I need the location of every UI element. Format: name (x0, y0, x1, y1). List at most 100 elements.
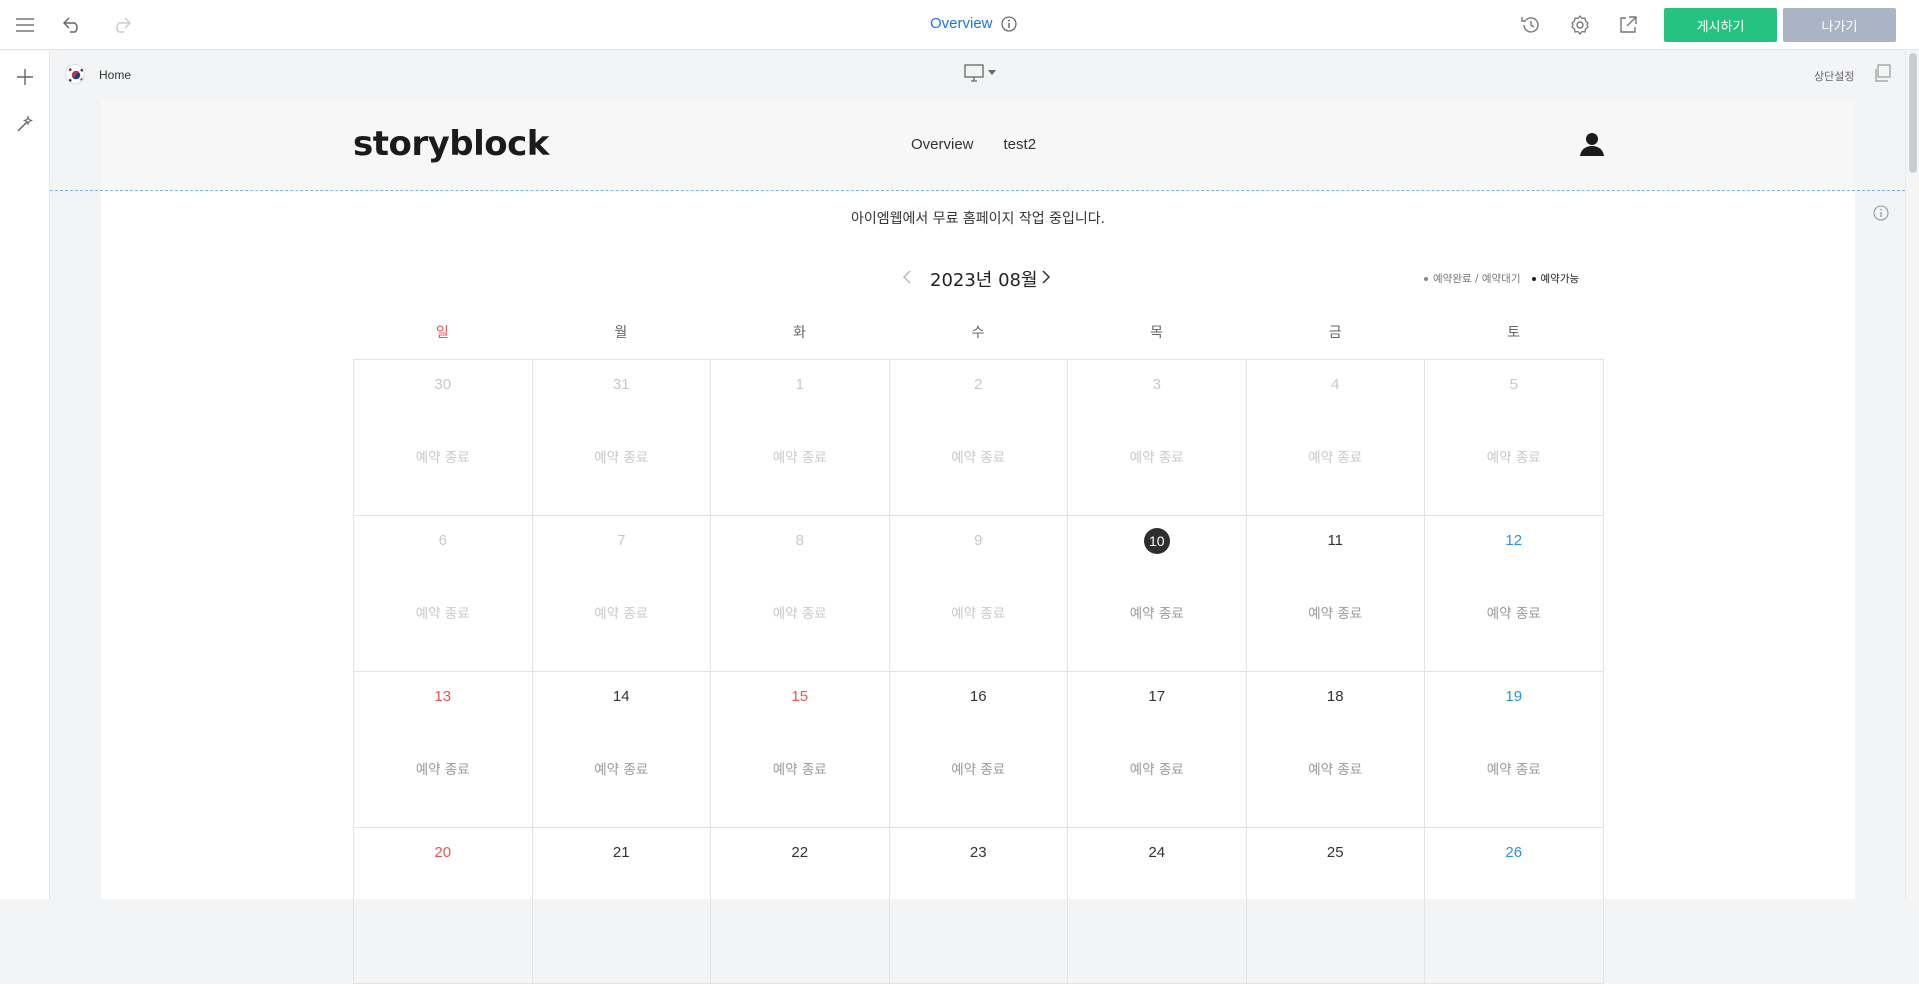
calendar-day-number: 18 (1326, 688, 1344, 705)
calendar-grid: 30 예약 종료 31 예약 종료 1 예약 종료 2 예약 종료 3 예약 종료 4 예약 종료 5 예… (353, 359, 1604, 984)
calendar-day-status: 예약 종료 (1308, 606, 1363, 622)
nav-item-test2[interactable]: test2 (1004, 136, 1037, 153)
calendar-day-status: 예약 종료 (415, 450, 470, 466)
calendar-day-cell[interactable]: 10 예약 종료 (1068, 516, 1247, 672)
calendar-day-cell[interactable]: 24 (1068, 828, 1247, 984)
calendar-day-cell[interactable]: 21 (532, 828, 711, 984)
calendar-day-cell[interactable]: 31 예약 종료 (532, 360, 711, 516)
calendar-day-cell[interactable]: 26 (1425, 828, 1604, 984)
nav-item-overview[interactable]: Overview (911, 136, 974, 153)
calendar-day-cell[interactable]: 20 (354, 828, 533, 984)
chevron-left-icon[interactable] (902, 269, 916, 287)
site-header: storyblock Overview test2 (101, 100, 1855, 190)
calendar-day-cell[interactable]: 11 예약 종료 (1246, 516, 1425, 672)
top-settings-link[interactable]: 상단설정 (1814, 68, 1854, 84)
calendar-day-status: 예약 종료 (594, 762, 649, 778)
calendar-day-number: 25 (1326, 844, 1344, 861)
calendar-day-cell[interactable]: 23 (889, 828, 1068, 984)
gear-icon[interactable] (1567, 12, 1593, 38)
calendar-day-number: 26 (1505, 844, 1523, 861)
calendar-day-cell[interactable]: 5 예약 종료 (1425, 360, 1604, 516)
site-logo[interactable]: storyblock (353, 124, 549, 164)
calendar-day-number: 10 (1068, 528, 1246, 554)
calendar-day-cell[interactable]: 19 예약 종료 (1425, 672, 1604, 828)
legend-available: 예약가능 (1540, 273, 1580, 285)
calendar-day-number: 20 (434, 844, 452, 861)
notice-text: 아이엠웹에서 무료 홈페이지 작업 중입니다. (850, 211, 1106, 227)
exit-button[interactable]: 나가기 (1783, 8, 1896, 42)
calendar-day-status: 예약 종료 (1129, 606, 1184, 622)
calendar-day-cell[interactable]: 13 예약 종료 (354, 672, 533, 828)
device-selector[interactable] (964, 64, 996, 82)
calendar-day-cell[interactable]: 3 예약 종료 (1068, 360, 1247, 516)
magic-wand-icon[interactable] (12, 111, 38, 137)
calendar-day-number: 19 (1505, 688, 1523, 705)
korea-flag-icon[interactable] (65, 64, 85, 84)
calendar-day-cell[interactable]: 1 예약 종료 (711, 360, 890, 516)
legend-dot-booked (1424, 276, 1428, 281)
today-marker: 10 (1143, 528, 1170, 554)
calendar-day-cell[interactable]: 8 예약 종료 (711, 516, 890, 672)
calendar-day-number: 24 (1148, 844, 1166, 861)
calendar-day-status: 예약 종료 (1308, 762, 1363, 778)
info-icon[interactable] (1000, 15, 1017, 32)
calendar-day-cell[interactable]: 25 (1246, 828, 1425, 984)
calendar-day-cell[interactable]: 6 예약 종료 (354, 516, 533, 672)
calendar-day-number: 23 (969, 844, 987, 861)
section-info-icon[interactable] (1873, 205, 1889, 221)
calendar-day-number: 4 (1331, 376, 1340, 393)
calendar-day-cell[interactable]: 16 예약 종료 (889, 672, 1068, 828)
copy-icon[interactable] (1873, 64, 1893, 84)
calendar-day-cell[interactable]: 12 예약 종료 (1425, 516, 1604, 672)
calendar-day-cell[interactable]: 9 예약 종료 (889, 516, 1068, 672)
external-link-icon[interactable] (1615, 12, 1641, 38)
calendar-day-status: 예약 종료 (1308, 450, 1363, 466)
calendar-day-number: 30 (434, 376, 452, 393)
weekday-wed: 수 (971, 325, 985, 341)
calendar-day-cell[interactable]: 22 (711, 828, 890, 984)
calendar-day-cell[interactable]: 30 예약 종료 (354, 360, 533, 516)
calendar-day-number: 17 (1148, 688, 1166, 705)
redo-icon[interactable] (108, 12, 134, 38)
plus-icon[interactable] (12, 64, 38, 90)
calendar-day-number: 8 (795, 532, 804, 549)
calendar-day-cell[interactable]: 2 예약 종료 (889, 360, 1068, 516)
weekday-mon: 월 (614, 325, 628, 341)
history-icon[interactable] (1518, 12, 1544, 38)
calendar-day-number: 14 (612, 688, 630, 705)
weekday-fri: 금 (1328, 325, 1342, 341)
calendar-day-cell[interactable]: 4 예약 종료 (1246, 360, 1425, 516)
scrollbar[interactable] (1905, 51, 1919, 899)
top-toolbar: Overview 게시하기 나가기 (0, 0, 1919, 50)
calendar-day-status: 예약 종료 (415, 606, 470, 622)
weekday-sat: 토 (1507, 325, 1521, 341)
calendar-day-number: 11 (1327, 532, 1344, 549)
calendar-day-number: 16 (969, 688, 987, 705)
calendar-day-status: 예약 종료 (1129, 762, 1184, 778)
calendar-day-number: 13 (434, 688, 452, 705)
legend-dot-available (1531, 276, 1536, 281)
calendar-day-cell[interactable]: 14 예약 종료 (532, 672, 711, 828)
calendar-day-cell[interactable]: 15 예약 종료 (711, 672, 890, 828)
calendar-day-number: 1 (795, 376, 804, 393)
calendar-day-cell[interactable]: 17 예약 종료 (1068, 672, 1247, 828)
menu-icon[interactable] (12, 12, 38, 38)
calendar-day-status: 예약 종료 (951, 606, 1006, 622)
page-selector-label[interactable]: Home (99, 68, 131, 82)
calendar-day-status: 예약 종료 (772, 606, 827, 622)
chevron-right-icon[interactable] (1041, 269, 1055, 287)
calendar-day-cell[interactable]: 7 예약 종료 (532, 516, 711, 672)
calendar-day-number: 12 (1505, 532, 1523, 549)
section-guide-line (50, 190, 1905, 191)
calendar-day-number: 9 (974, 532, 983, 549)
calendar-day-cell[interactable]: 18 예약 종료 (1246, 672, 1425, 828)
page-title[interactable]: Overview (930, 15, 1017, 32)
scrollbar-thumb[interactable] (1909, 53, 1917, 173)
calendar-day-number: 15 (791, 688, 809, 705)
user-icon[interactable] (1579, 131, 1605, 157)
legend-booked: 예약완료 / 예약대기 (1433, 273, 1521, 285)
page-title-label: Overview (930, 15, 993, 32)
weekday-tue: 화 (792, 325, 806, 341)
publish-button[interactable]: 게시하기 (1664, 8, 1777, 42)
undo-icon[interactable] (60, 12, 86, 38)
